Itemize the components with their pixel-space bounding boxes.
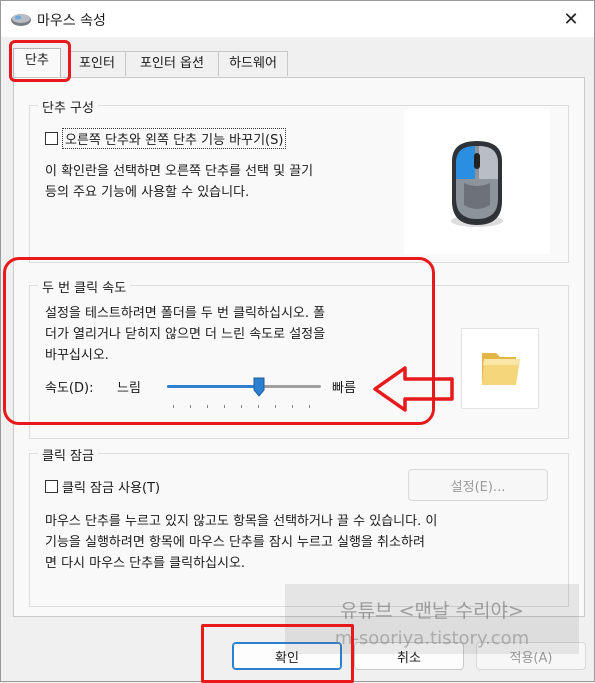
folder-icon: [482, 353, 520, 385]
desc-line: 더가 열리거나 닫히지 않으면 더 느린 속도로 설정을: [45, 327, 326, 342]
desc-line: 바꾸십시오.: [45, 348, 109, 363]
click-lock-description: 마우스 단추를 누르고 있지 않고도 항목을 선택하거나 끌 수 있습니다. 이…: [45, 511, 437, 574]
click-lock-settings-button[interactable]: 설정(E)...: [408, 469, 548, 501]
mouse-icon: [11, 14, 31, 26]
desc-line: 등의 주요 기능에 사용할 수 있습니다.: [45, 185, 250, 200]
slider-tick: [190, 405, 191, 408]
speed-slider-fill: [167, 385, 260, 388]
watermark: 유튜브 <맨날 수리야> m-sooriya.tistory.com: [285, 584, 579, 654]
mouse-illustration-icon: [451, 141, 503, 227]
mouse-image: [404, 109, 550, 254]
slider-tick: [224, 405, 225, 408]
tab-pointer-options[interactable]: 포인터 옵션: [125, 51, 219, 76]
desc-line: 이 확인란을 선택하면 오른쪽 단추를 선택 및 끌기: [45, 164, 314, 179]
slider-tick: [309, 405, 310, 408]
test-folder-area[interactable]: [461, 328, 539, 409]
swap-buttons-label[interactable]: 오른쪽 단추와 왼쪽 단추 기능 바꾸기(S): [62, 128, 287, 149]
slider-tick: [173, 405, 174, 408]
slow-label: 느림: [117, 381, 141, 396]
watermark-line2: m-sooriya.tistory.com: [334, 628, 530, 649]
close-icon: ✕: [563, 8, 579, 30]
double-click-legend: 두 번 클릭 속도: [38, 277, 131, 296]
title-bar: 마우스 속성 ✕: [1, 1, 594, 37]
slider-tick: [292, 405, 293, 408]
swap-buttons-description: 이 확인란을 선택하면 오른쪽 단추를 선택 및 끌기 등의 주요 기능에 사용…: [45, 161, 313, 203]
slider-tick: [207, 405, 208, 408]
slider-tick: [258, 405, 259, 408]
speed-slider-thumb[interactable]: [253, 377, 265, 397]
slider-tick: [241, 405, 242, 408]
window-title: 마우스 속성: [37, 13, 106, 29]
desc-line: 기능을 실행하려면 항목에 마우스 단추를 잠시 누르고 실행을 취소하려: [45, 535, 425, 550]
click-lock-option[interactable]: 클릭 잠금 사용(T): [45, 477, 160, 496]
close-button[interactable]: ✕: [548, 1, 594, 37]
slider-tick: [275, 405, 276, 408]
click-lock-label[interactable]: 클릭 잠금 사용(T): [62, 477, 160, 496]
tab-hardware[interactable]: 하드웨어: [218, 51, 288, 76]
tab-buttons[interactable]: 단추: [13, 48, 61, 77]
annotation-arrow-icon: [373, 366, 454, 412]
mouse-properties-window: 마우스 속성 ✕ 단추 포인터 포인터 옵션 하드웨어 단추 구성 오른쪽 단추…: [0, 0, 595, 683]
tab-pointers[interactable]: 포인터: [68, 51, 126, 76]
desc-line: 마우스 단추를 누르고 있지 않고도 항목을 선택하거나 끌 수 있습니다. 이: [45, 514, 438, 529]
swap-buttons-checkbox[interactable]: [45, 132, 58, 145]
fast-label: 빠름: [332, 381, 356, 396]
click-lock-legend: 클릭 잠금: [38, 445, 98, 464]
double-click-description: 설정을 테스트하려면 폴더를 두 번 클릭하십시오. 폴 더가 열리거나 닫히지…: [45, 303, 325, 366]
click-lock-checkbox[interactable]: [45, 480, 58, 493]
swap-buttons-option[interactable]: 오른쪽 단추와 왼쪽 단추 기능 바꾸기(S): [45, 128, 287, 149]
desc-line: 설정을 테스트하려면 폴더를 두 번 클릭하십시오. 폴: [45, 306, 326, 321]
button-config-legend: 단추 구성: [38, 97, 98, 116]
speed-label: 속도(D):: [45, 381, 94, 396]
desc-line: 면 다시 마우스 단추를 클릭하십시오.: [45, 556, 246, 571]
watermark-line1: 유튜브 <맨날 수리야>: [340, 600, 524, 622]
